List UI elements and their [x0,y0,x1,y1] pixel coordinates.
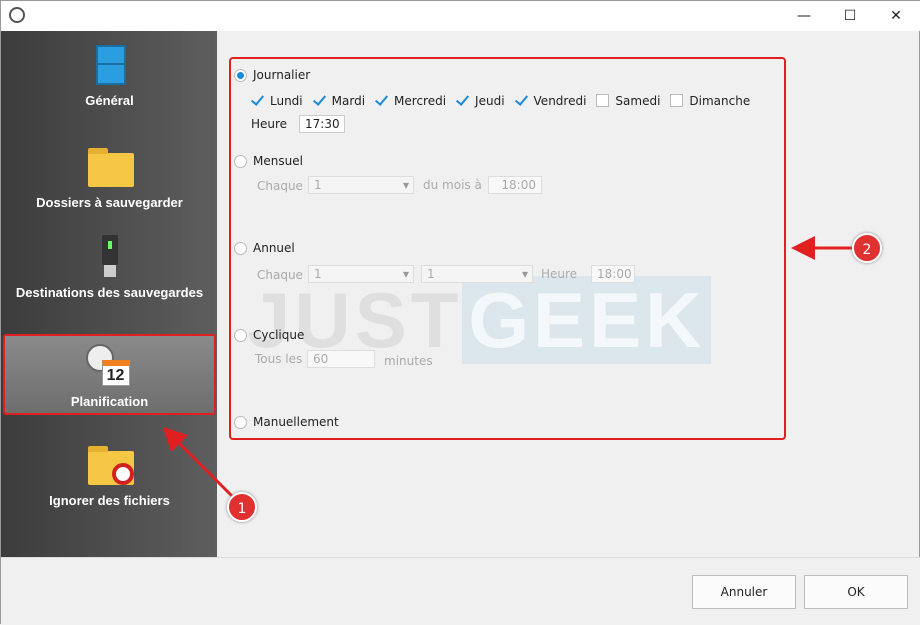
callout-2: 2 [852,233,882,263]
arrow-1 [162,426,235,499]
annotation-arrows [162,236,853,499]
callout-1: 1 [227,492,257,522]
